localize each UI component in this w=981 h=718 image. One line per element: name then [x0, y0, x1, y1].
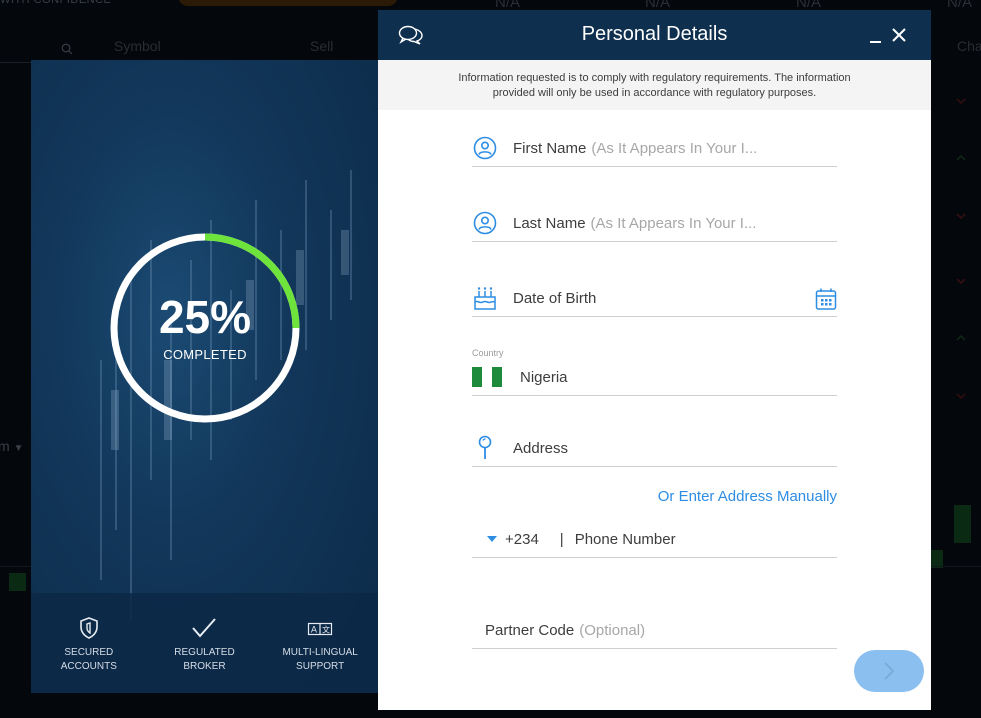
- close-icon[interactable]: [890, 26, 908, 44]
- divider: [931, 566, 981, 567]
- country-small-label: Country: [472, 348, 504, 358]
- nigeria-flag-icon: [472, 367, 502, 387]
- candle: [9, 573, 26, 591]
- address-label: Address: [513, 439, 569, 457]
- location-pin-icon: [472, 435, 498, 461]
- notice-line: Information requested is to comply with …: [458, 72, 851, 84]
- partner-code-label: Partner Code: [485, 621, 575, 639]
- checkmark-icon: [192, 618, 217, 638]
- first-name-hint: (As It Appears In Your I...: [591, 139, 758, 157]
- feature-multilingual-support: A 文 MULTI-LINGUAL SUPPORT: [270, 616, 370, 674]
- first-name-label: First Name: [513, 139, 587, 157]
- last-name-label: Last Name: [513, 214, 586, 232]
- feature-label: REGULATED BROKER: [174, 647, 235, 672]
- na-value: N/A: [947, 0, 973, 11]
- shield-icon: [80, 617, 98, 639]
- features-bar: SECURED ACCOUNTS REGULATED BROKER A 文 MULT…: [31, 593, 378, 693]
- first-name-field[interactable]: First Name (As It Appears In Your I...: [472, 130, 837, 167]
- candle: [954, 505, 971, 543]
- phone-number-placeholder: Phone Number: [574, 530, 676, 548]
- tagline: WITH CONFIDENCE: [0, 0, 112, 6]
- last-name-hint: (As It Appears In Your I...: [590, 214, 757, 232]
- calendar-icon[interactable]: [815, 287, 837, 311]
- column-change[interactable]: Cha: [957, 38, 981, 54]
- phone-country-code[interactable]: +234: [505, 531, 539, 548]
- chevron-right-icon: [884, 662, 895, 680]
- translate-icon: A 文: [308, 622, 333, 636]
- chevron-down-icon: [956, 98, 966, 105]
- column-sell[interactable]: Sell: [310, 38, 333, 54]
- search-icon[interactable]: [61, 43, 73, 55]
- feature-regulated-broker: REGULATED BROKER: [154, 616, 254, 674]
- divider: [0, 566, 32, 567]
- date-of-birth-label: Date of Birth: [513, 289, 597, 307]
- notice-line: provided will only be used in accordance…: [492, 87, 817, 99]
- enter-address-manually-link[interactable]: Or Enter Address Manually: [658, 488, 837, 505]
- sort-label: m: [0, 438, 10, 454]
- regulatory-notice: Information requested is to comply with …: [378, 60, 931, 110]
- minimize-button[interactable]: [869, 27, 883, 45]
- date-of-birth-field[interactable]: Date of Birth: [472, 280, 837, 317]
- dialog-title: Personal Details: [581, 23, 728, 45]
- user-icon: [472, 210, 498, 236]
- promo-panel: 25% COMPLETED SECURED ACCOUNTS REGULATED B…: [31, 60, 378, 693]
- personal-details-dialog: Personal Details Information requested i…: [378, 10, 931, 710]
- partner-code-hint: (Optional): [579, 621, 646, 639]
- progress-label: COMPLETED: [163, 347, 247, 362]
- svg-text:文: 文: [322, 625, 330, 635]
- country-field[interactable]: Country Nigeria: [472, 348, 837, 396]
- feature-secured-accounts: SECURED ACCOUNTS: [39, 616, 139, 674]
- header-button[interactable]: [178, 0, 398, 6]
- next-button[interactable]: [854, 650, 924, 692]
- chevron-down-icon: [956, 278, 966, 285]
- feature-label: MULTI-LINGUAL SUPPORT: [282, 647, 358, 672]
- address-field[interactable]: Address: [472, 430, 837, 467]
- country-code-dropdown-icon[interactable]: [487, 536, 497, 542]
- divider: [0, 62, 32, 63]
- last-name-field[interactable]: Last Name (As It Appears In Your I...: [472, 205, 837, 242]
- caret-down-icon: ▼: [13, 443, 24, 454]
- partner-code-field[interactable]: Partner Code (Optional): [472, 612, 837, 649]
- phone-field[interactable]: +234 | Phone Number: [472, 521, 837, 558]
- progress-ring: 25% COMPLETED: [109, 232, 301, 424]
- sort-dropdown[interactable]: m ▼: [0, 438, 23, 454]
- dialog-header: Personal Details: [378, 10, 931, 60]
- svg-text:A: A: [311, 626, 318, 636]
- country-value: Nigeria: [520, 368, 568, 386]
- chevron-down-icon: [956, 393, 966, 400]
- column-symbol[interactable]: Symbol: [114, 38, 161, 54]
- birthday-cake-icon: [472, 285, 498, 311]
- feature-label: SECURED ACCOUNTS: [60, 647, 117, 672]
- chevron-up-icon: [956, 154, 966, 161]
- progress-percent: 25%: [158, 291, 252, 343]
- phone-separator: |: [559, 530, 564, 548]
- chevron-up-icon: [956, 334, 966, 341]
- chevron-down-icon: [956, 213, 966, 220]
- user-icon: [472, 135, 498, 161]
